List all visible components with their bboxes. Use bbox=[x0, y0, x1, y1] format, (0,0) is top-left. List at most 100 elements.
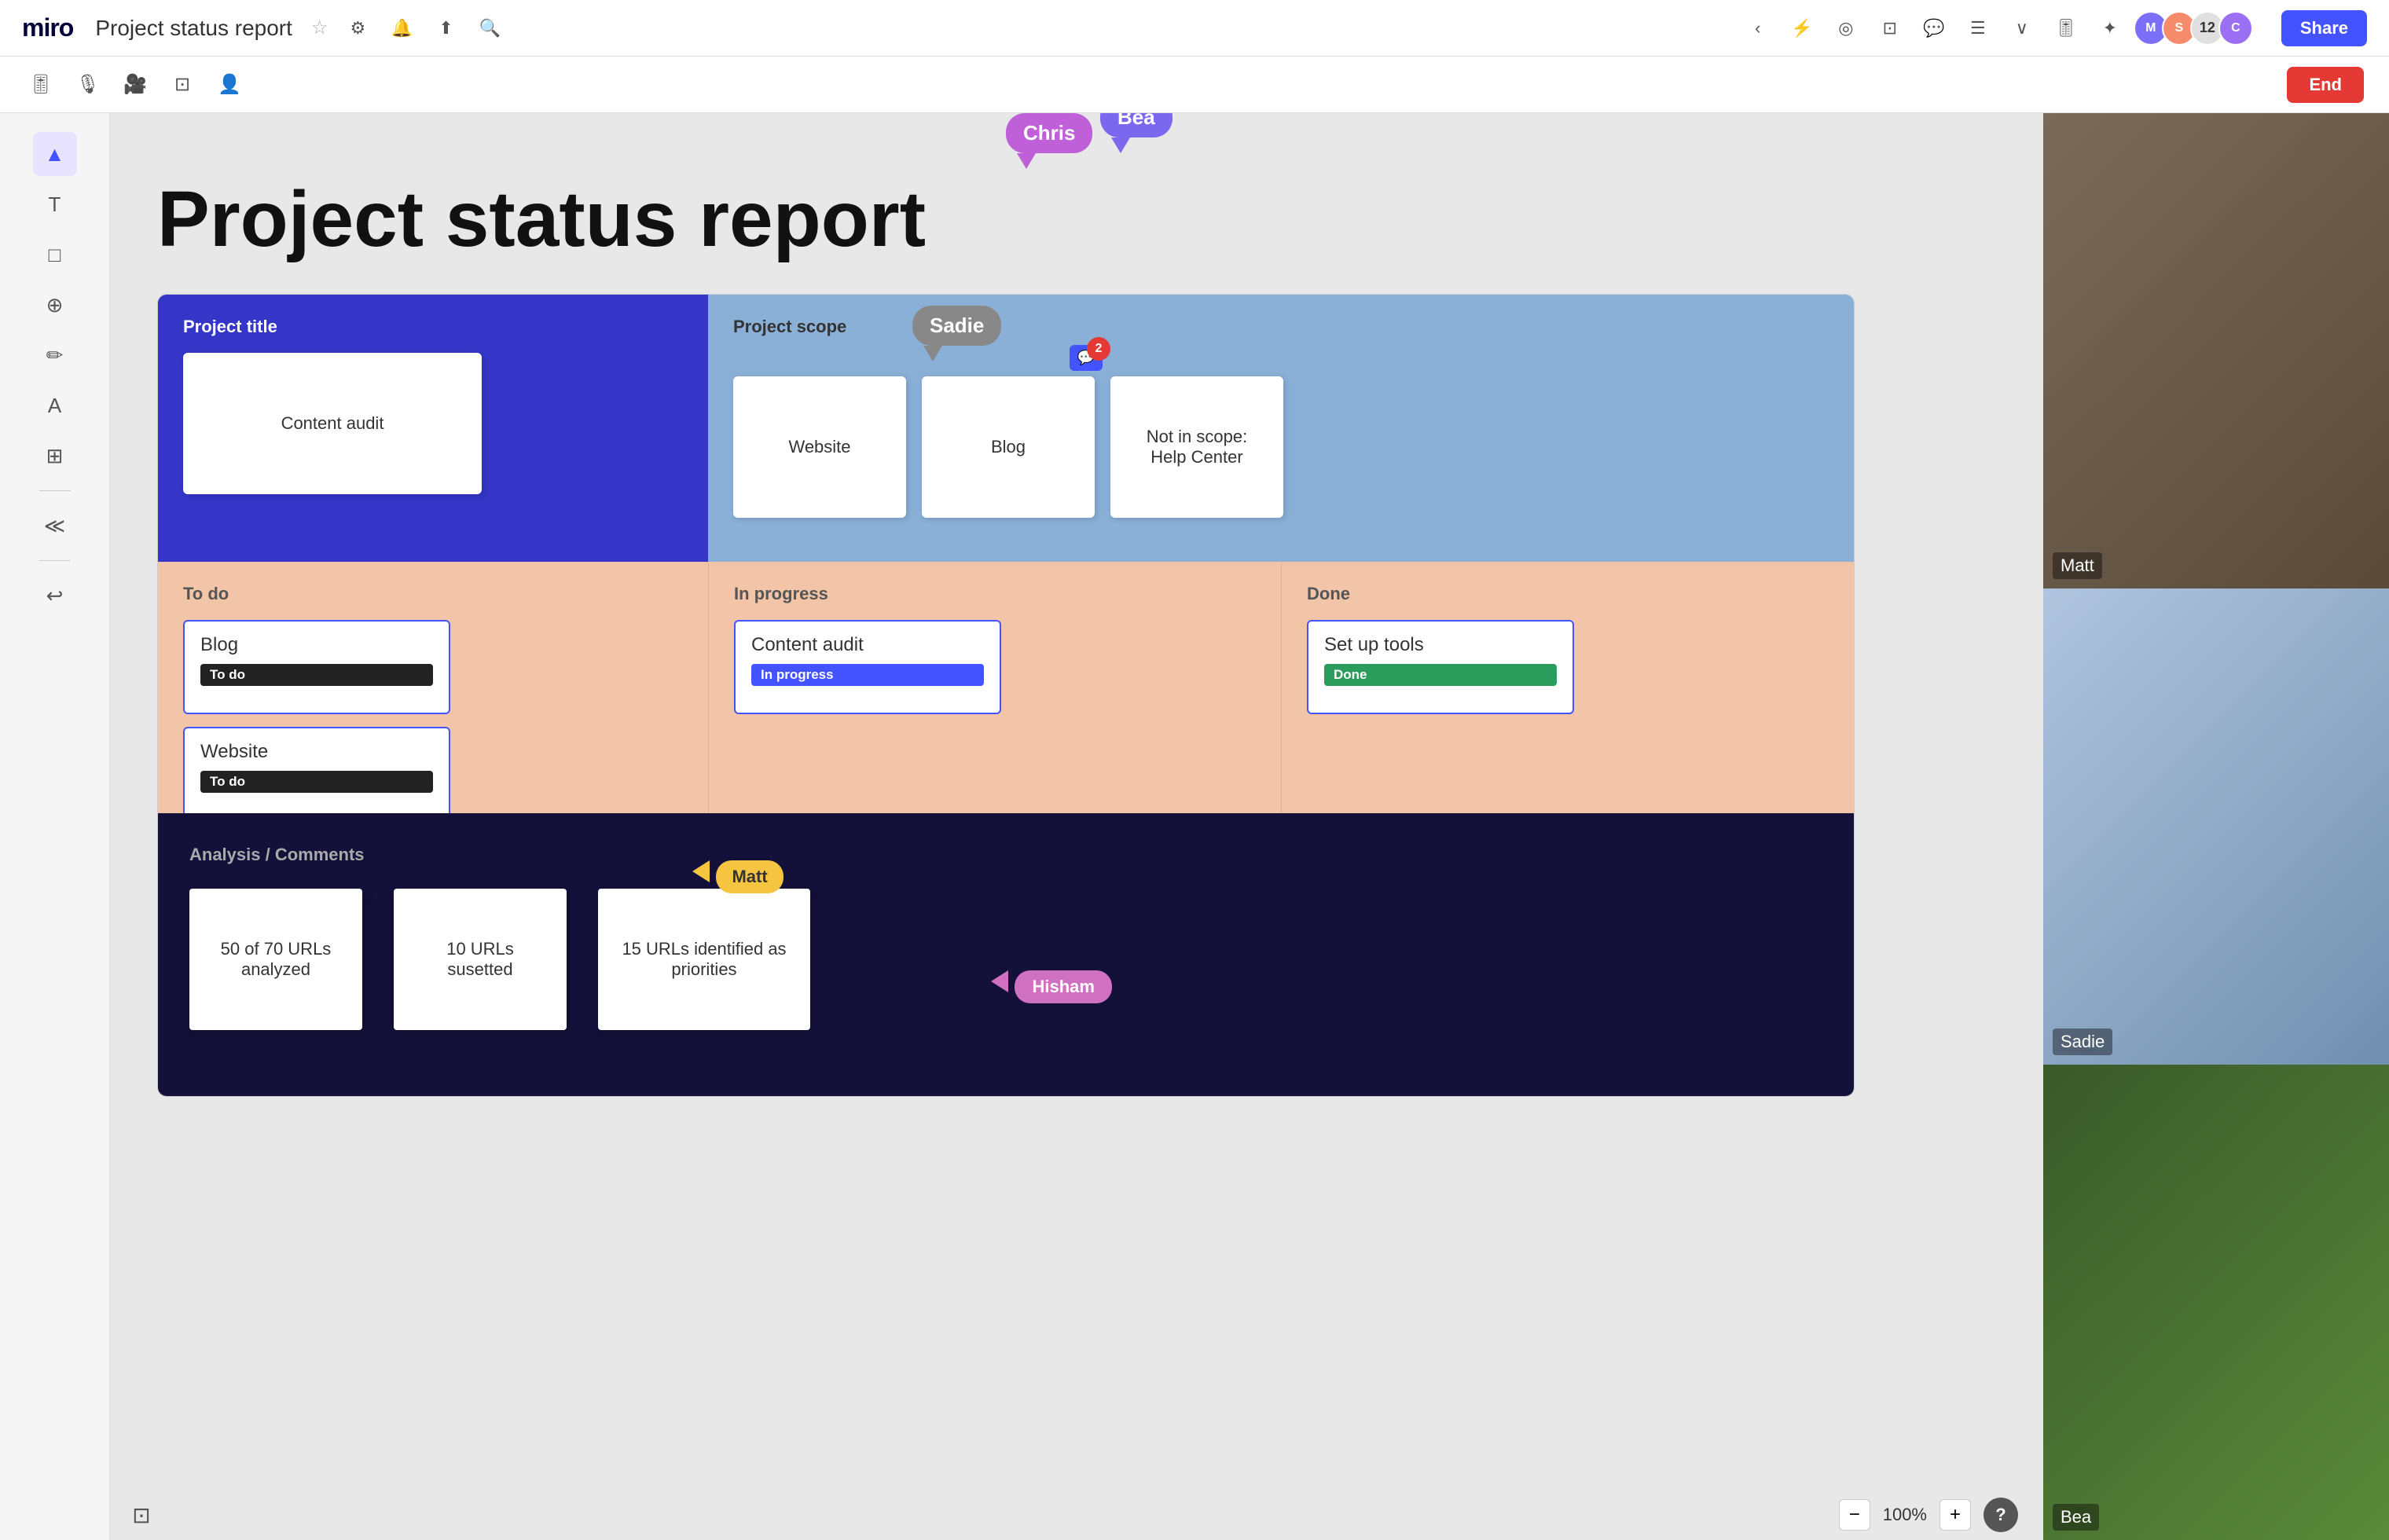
sadie-cursor bbox=[923, 346, 942, 361]
zoom-level: 100% bbox=[1883, 1505, 1927, 1525]
end-button[interactable]: End bbox=[2287, 67, 2364, 103]
select-tool[interactable]: ▲ bbox=[33, 132, 77, 176]
scope-cards: Website Blog 💬 2 Not in scope: Help Cent… bbox=[733, 376, 1829, 518]
zoom-in-button[interactable]: + bbox=[1939, 1499, 1971, 1531]
avatar-main: C bbox=[2218, 11, 2253, 46]
sticky-2[interactable]: 10 URLs susetted bbox=[394, 889, 567, 1030]
topbar: miro Project status report ☆ ⚙ 🔔 ⬆ 🔍 ‹ ⚡… bbox=[0, 0, 2389, 57]
lightning-icon[interactable]: ⚡ bbox=[1788, 14, 1816, 42]
shape-tool[interactable]: ⊕ bbox=[33, 283, 77, 327]
set-up-tools-card[interactable]: Set up tools Done bbox=[1307, 620, 1574, 714]
todo-section: To do Blog To do Website To do bbox=[158, 562, 708, 813]
set-up-tools-title: Set up tools bbox=[1324, 634, 1557, 656]
kanban-board: Project title Content audit Project scop… bbox=[157, 294, 1855, 1097]
video-placeholder-matt: Matt bbox=[2043, 113, 2389, 588]
content-audit-badge: In progress bbox=[751, 664, 984, 686]
avatar-group: M S 12 C bbox=[2140, 11, 2253, 46]
chris-cursor-area: Chris bbox=[1006, 113, 1092, 169]
video-placeholder-bea: Bea bbox=[2043, 1065, 2389, 1540]
canvas[interactable]: Project status report Chris Bea Project … bbox=[110, 113, 2043, 1540]
todo-cards: Blog To do Website To do bbox=[183, 620, 683, 821]
back-icon[interactable]: ‹ bbox=[1744, 14, 1772, 42]
menu-icon[interactable]: ☰ bbox=[1964, 14, 1992, 42]
undo-icon[interactable]: ↩ bbox=[33, 574, 77, 618]
kanban-top-row: Project title Content audit Project scop… bbox=[158, 295, 1854, 562]
pen-tool[interactable]: ✏ bbox=[33, 333, 77, 377]
timer-icon[interactable]: ◎ bbox=[1832, 14, 1860, 42]
video-cell-bea: Bea bbox=[2043, 1065, 2389, 1540]
help-button[interactable]: ? bbox=[1983, 1498, 2018, 1532]
hisham-bubble: Hisham bbox=[1015, 970, 1111, 1003]
toolbar-divider bbox=[39, 490, 71, 491]
notifications-icon[interactable]: 🔔 bbox=[387, 14, 416, 42]
marker-tool[interactable]: A bbox=[33, 383, 77, 427]
board-content: Project status report Chris Bea Project … bbox=[157, 176, 1886, 1097]
filter-icon[interactable]: 🎚 bbox=[2052, 14, 2080, 42]
project-title-section: Project title Content audit bbox=[158, 295, 708, 562]
video-name-matt: Matt bbox=[2053, 552, 2102, 579]
cursor-icon[interactable]: ✦ bbox=[2096, 14, 2124, 42]
analysis-label: Analysis / Comments bbox=[189, 845, 1822, 865]
comment-badge: 2 bbox=[1087, 337, 1110, 361]
chevron-down-icon[interactable]: ∨ bbox=[2008, 14, 2036, 42]
sticky-notes-row: 50 of 70 URLs analyzed 10 URLs susetted … bbox=[189, 889, 1822, 1030]
hisham-cursor-area: Hisham bbox=[991, 970, 1112, 1003]
text-tool[interactable]: T bbox=[33, 182, 77, 226]
miro-logo: miro bbox=[22, 13, 73, 42]
chris-cursor bbox=[1017, 153, 1036, 169]
done-label: Done bbox=[1307, 584, 1829, 604]
not-in-scope-card[interactable]: Not in scope: Help Center bbox=[1110, 376, 1283, 518]
left-toolbar: ▲ T □ ⊕ ✏ A ⊞ ≪ ↩ bbox=[0, 113, 110, 1540]
search-icon[interactable]: 🔍 bbox=[475, 14, 504, 42]
project-scope-label: Project scope bbox=[733, 317, 1829, 337]
frame-tool[interactable]: ⊞ bbox=[33, 434, 77, 478]
hisham-cursor-arrow bbox=[991, 970, 1008, 992]
video-name-bea: Bea bbox=[2053, 1504, 2099, 1531]
chat-icon[interactable]: 💬 bbox=[1920, 14, 1948, 42]
sadie-cursor-area: Sadie bbox=[912, 306, 1001, 361]
zoom-out-button[interactable]: − bbox=[1839, 1499, 1870, 1531]
website-badge-todo: To do bbox=[200, 771, 433, 793]
video-name-sadie: Sadie bbox=[2053, 1028, 2112, 1055]
share-upload-icon[interactable]: ⬆ bbox=[431, 14, 460, 42]
website-card[interactable]: Website bbox=[733, 376, 906, 518]
blog-task-card[interactable]: Blog To do bbox=[183, 620, 450, 714]
blog-badge-todo: To do bbox=[200, 664, 433, 686]
presentation-toolbar: 🎚 🎙 🎥 ⊡ 👤 End bbox=[0, 57, 2389, 113]
screen-share-icon[interactable]: ⊡ bbox=[167, 69, 198, 101]
person-icon[interactable]: 👤 bbox=[214, 69, 245, 101]
sadie-bubble: Sadie bbox=[912, 306, 1001, 346]
matt-cursor-area: Matt bbox=[692, 860, 783, 893]
expand-icon[interactable]: ≪ bbox=[33, 504, 77, 548]
project-title-label: Project title bbox=[183, 317, 683, 337]
sticky-tool[interactable]: □ bbox=[33, 233, 77, 277]
set-up-tools-badge: Done bbox=[1324, 664, 1557, 686]
page-title: Project status report bbox=[157, 176, 1886, 262]
bea-cursor-area: Bea bbox=[1100, 113, 1172, 153]
adjust-icon[interactable]: 🎚 bbox=[25, 69, 57, 101]
blog-task-title: Blog bbox=[200, 634, 433, 656]
content-audit-task-card[interactable]: Content audit In progress bbox=[734, 620, 1001, 714]
blog-scope-card[interactable]: Blog 💬 2 bbox=[922, 376, 1095, 518]
share-button[interactable]: Share bbox=[2281, 10, 2367, 46]
sticky-1[interactable]: 50 of 70 URLs analyzed bbox=[189, 889, 362, 1030]
website-task-card[interactable]: Website To do bbox=[183, 727, 450, 821]
video-cell-sadie: Sadie bbox=[2043, 588, 2389, 1064]
mic-icon[interactable]: 🎙 bbox=[72, 69, 104, 101]
settings-icon[interactable]: ⚙ bbox=[343, 14, 372, 42]
bea-bubble: Bea bbox=[1100, 113, 1172, 138]
star-icon[interactable]: ☆ bbox=[311, 16, 328, 39]
project-scope-section: Project scope Sadie Website Blog 💬 2 bbox=[708, 295, 1854, 562]
content-audit-task-title: Content audit bbox=[751, 634, 984, 656]
sticky-3[interactable]: 15 URLs identified as priorities bbox=[598, 889, 810, 1030]
video-panel: Matt Sadie Bea bbox=[2043, 113, 2389, 1540]
video-icon[interactable]: 🎥 bbox=[119, 69, 151, 101]
screen-icon[interactable]: ⊡ bbox=[1876, 14, 1904, 42]
content-audit-card[interactable]: Content audit bbox=[183, 353, 482, 494]
toolbar-divider-2 bbox=[39, 560, 71, 561]
kanban-mid-row: To do Blog To do Website To do I bbox=[158, 562, 1854, 813]
matt-bubble: Matt bbox=[716, 860, 783, 893]
video-cell-matt: Matt bbox=[2043, 113, 2389, 588]
website-task-title: Website bbox=[200, 741, 433, 763]
bottom-bar: − 100% + ? bbox=[110, 1490, 2043, 1540]
